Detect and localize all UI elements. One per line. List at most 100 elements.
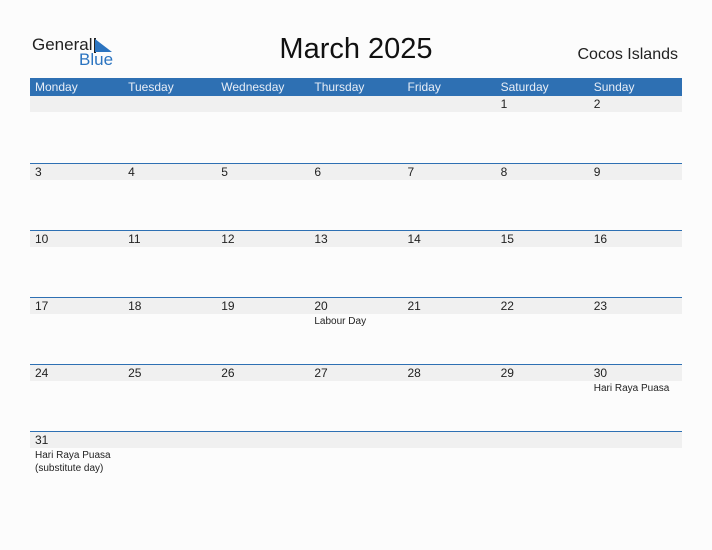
day-cell: 14	[403, 231, 496, 247]
day-number	[408, 96, 496, 112]
day-cell: 12	[216, 231, 309, 247]
weekday-label: Thursday	[314, 80, 365, 94]
day-cell: 5	[216, 164, 309, 180]
week-cells: 12	[30, 96, 682, 112]
day-cell: 6	[309, 164, 402, 180]
week-row: 12	[30, 96, 682, 163]
weekday-label: Sunday	[593, 80, 635, 94]
day-cell: 21	[403, 298, 496, 328]
day-cell: 20 Labour Day	[309, 298, 402, 328]
day-cell	[30, 96, 123, 112]
day-cell: 27	[309, 365, 402, 395]
week-cells: 24 25 26 27 28 29 30 Hari Raya Puasa	[30, 365, 682, 395]
weeks-container: 1 2 3 4 5 6 7 8 9 10 11 12 13 14 15 16 17 18 19 20 Labour Da…	[30, 96, 682, 498]
day-number: 27	[314, 366, 328, 380]
day-number	[128, 96, 216, 112]
day-number: 18	[128, 299, 142, 313]
holiday-label: Hari Raya Puasa	[593, 383, 670, 394]
weekday-label: Monday	[35, 80, 78, 94]
week-row: 17 18 19 20 Labour Day 21 22 23	[30, 297, 682, 364]
day-number: 8	[500, 165, 508, 179]
holiday-label: Labour Day	[314, 316, 367, 327]
day-cell: 26	[216, 365, 309, 395]
day-number	[408, 432, 496, 448]
weekday-header: Monday Tuesday Wednesday Thursday Friday…	[30, 78, 682, 96]
day-number	[314, 432, 402, 448]
day-number: 20	[314, 299, 328, 313]
week-row: 10 11 12 13 14 15 16	[30, 230, 682, 297]
day-number: 4	[128, 165, 135, 179]
day-number: 2	[593, 97, 601, 111]
day-cell: 23	[589, 298, 682, 328]
day-cell: 22	[496, 298, 589, 328]
day-cell: 16	[589, 231, 682, 247]
day-cell: 2	[589, 96, 682, 112]
week-row: 24 25 26 27 28 29 30 Hari Raya Puasa	[30, 364, 682, 431]
day-cell	[309, 96, 402, 112]
day-number: 14	[407, 232, 421, 246]
day-cell: 29	[496, 365, 589, 395]
day-number: 9	[593, 165, 601, 179]
holiday-label: Hari Raya Puasa (substitute day)	[35, 450, 111, 474]
day-number: 16	[593, 232, 608, 246]
day-cell	[589, 432, 682, 475]
day-number: 5	[221, 165, 228, 179]
day-cell	[216, 432, 309, 475]
day-number: 12	[221, 232, 235, 246]
day-number	[594, 432, 682, 448]
day-number: 1	[500, 97, 508, 111]
day-number: 11	[128, 232, 141, 246]
day-number: 13	[314, 232, 328, 246]
day-number: 30	[593, 366, 608, 380]
day-cell: 28	[403, 365, 496, 395]
day-number	[35, 96, 123, 112]
day-number: 17	[35, 299, 49, 313]
weekday-label: Tuesday	[128, 80, 174, 94]
day-cell: 9	[589, 164, 682, 180]
day-number	[221, 96, 309, 112]
day-cell: 3	[30, 164, 123, 180]
day-number: 31	[35, 433, 49, 447]
day-cell	[309, 432, 402, 475]
week-cells: 17 18 19 20 Labour Day 21 22 23	[30, 298, 682, 328]
day-cell	[123, 432, 216, 475]
day-cell	[403, 96, 496, 112]
day-number: 24	[35, 366, 49, 380]
day-number: 26	[221, 366, 235, 380]
day-number: 7	[407, 165, 415, 179]
day-cell: 24	[30, 365, 123, 395]
week-row: 3 4 5 6 7 8 9	[30, 163, 682, 230]
week-cells: 31 Hari Raya Puasa (substitute day)	[30, 432, 682, 475]
day-number: 19	[221, 299, 235, 313]
day-number: 28	[407, 366, 421, 380]
weekday-label: Saturday	[500, 80, 549, 94]
country-name: Cocos Islands	[577, 46, 679, 63]
day-cell: 4	[123, 164, 216, 180]
day-number: 22	[500, 299, 514, 313]
week-cells: 10 11 12 13 14 15 16	[30, 231, 682, 247]
day-cell: 1	[496, 96, 589, 112]
day-cell: 10	[30, 231, 123, 247]
day-cell	[216, 96, 309, 112]
day-cell: 30 Hari Raya Puasa	[589, 365, 682, 395]
day-number: 29	[500, 366, 514, 380]
day-cell: 19	[216, 298, 309, 328]
day-number: 21	[407, 299, 421, 313]
week-cells: 3 4 5 6 7 8 9	[30, 164, 682, 180]
day-number	[501, 432, 589, 448]
day-number: 6	[314, 165, 322, 179]
day-number: 25	[128, 366, 142, 380]
day-cell: 11	[123, 231, 216, 247]
day-number	[221, 432, 309, 448]
day-cell: 25	[123, 365, 216, 395]
day-cell: 17	[30, 298, 123, 328]
day-cell	[123, 96, 216, 112]
day-cell: 13	[309, 231, 402, 247]
day-cell: 15	[496, 231, 589, 247]
weekday-label: Friday	[407, 80, 441, 94]
day-cell: 8	[496, 164, 589, 180]
day-cell: 31 Hari Raya Puasa (substitute day)	[30, 432, 123, 475]
day-number	[314, 96, 402, 112]
day-number: 3	[35, 165, 42, 179]
day-number: 23	[593, 299, 608, 313]
